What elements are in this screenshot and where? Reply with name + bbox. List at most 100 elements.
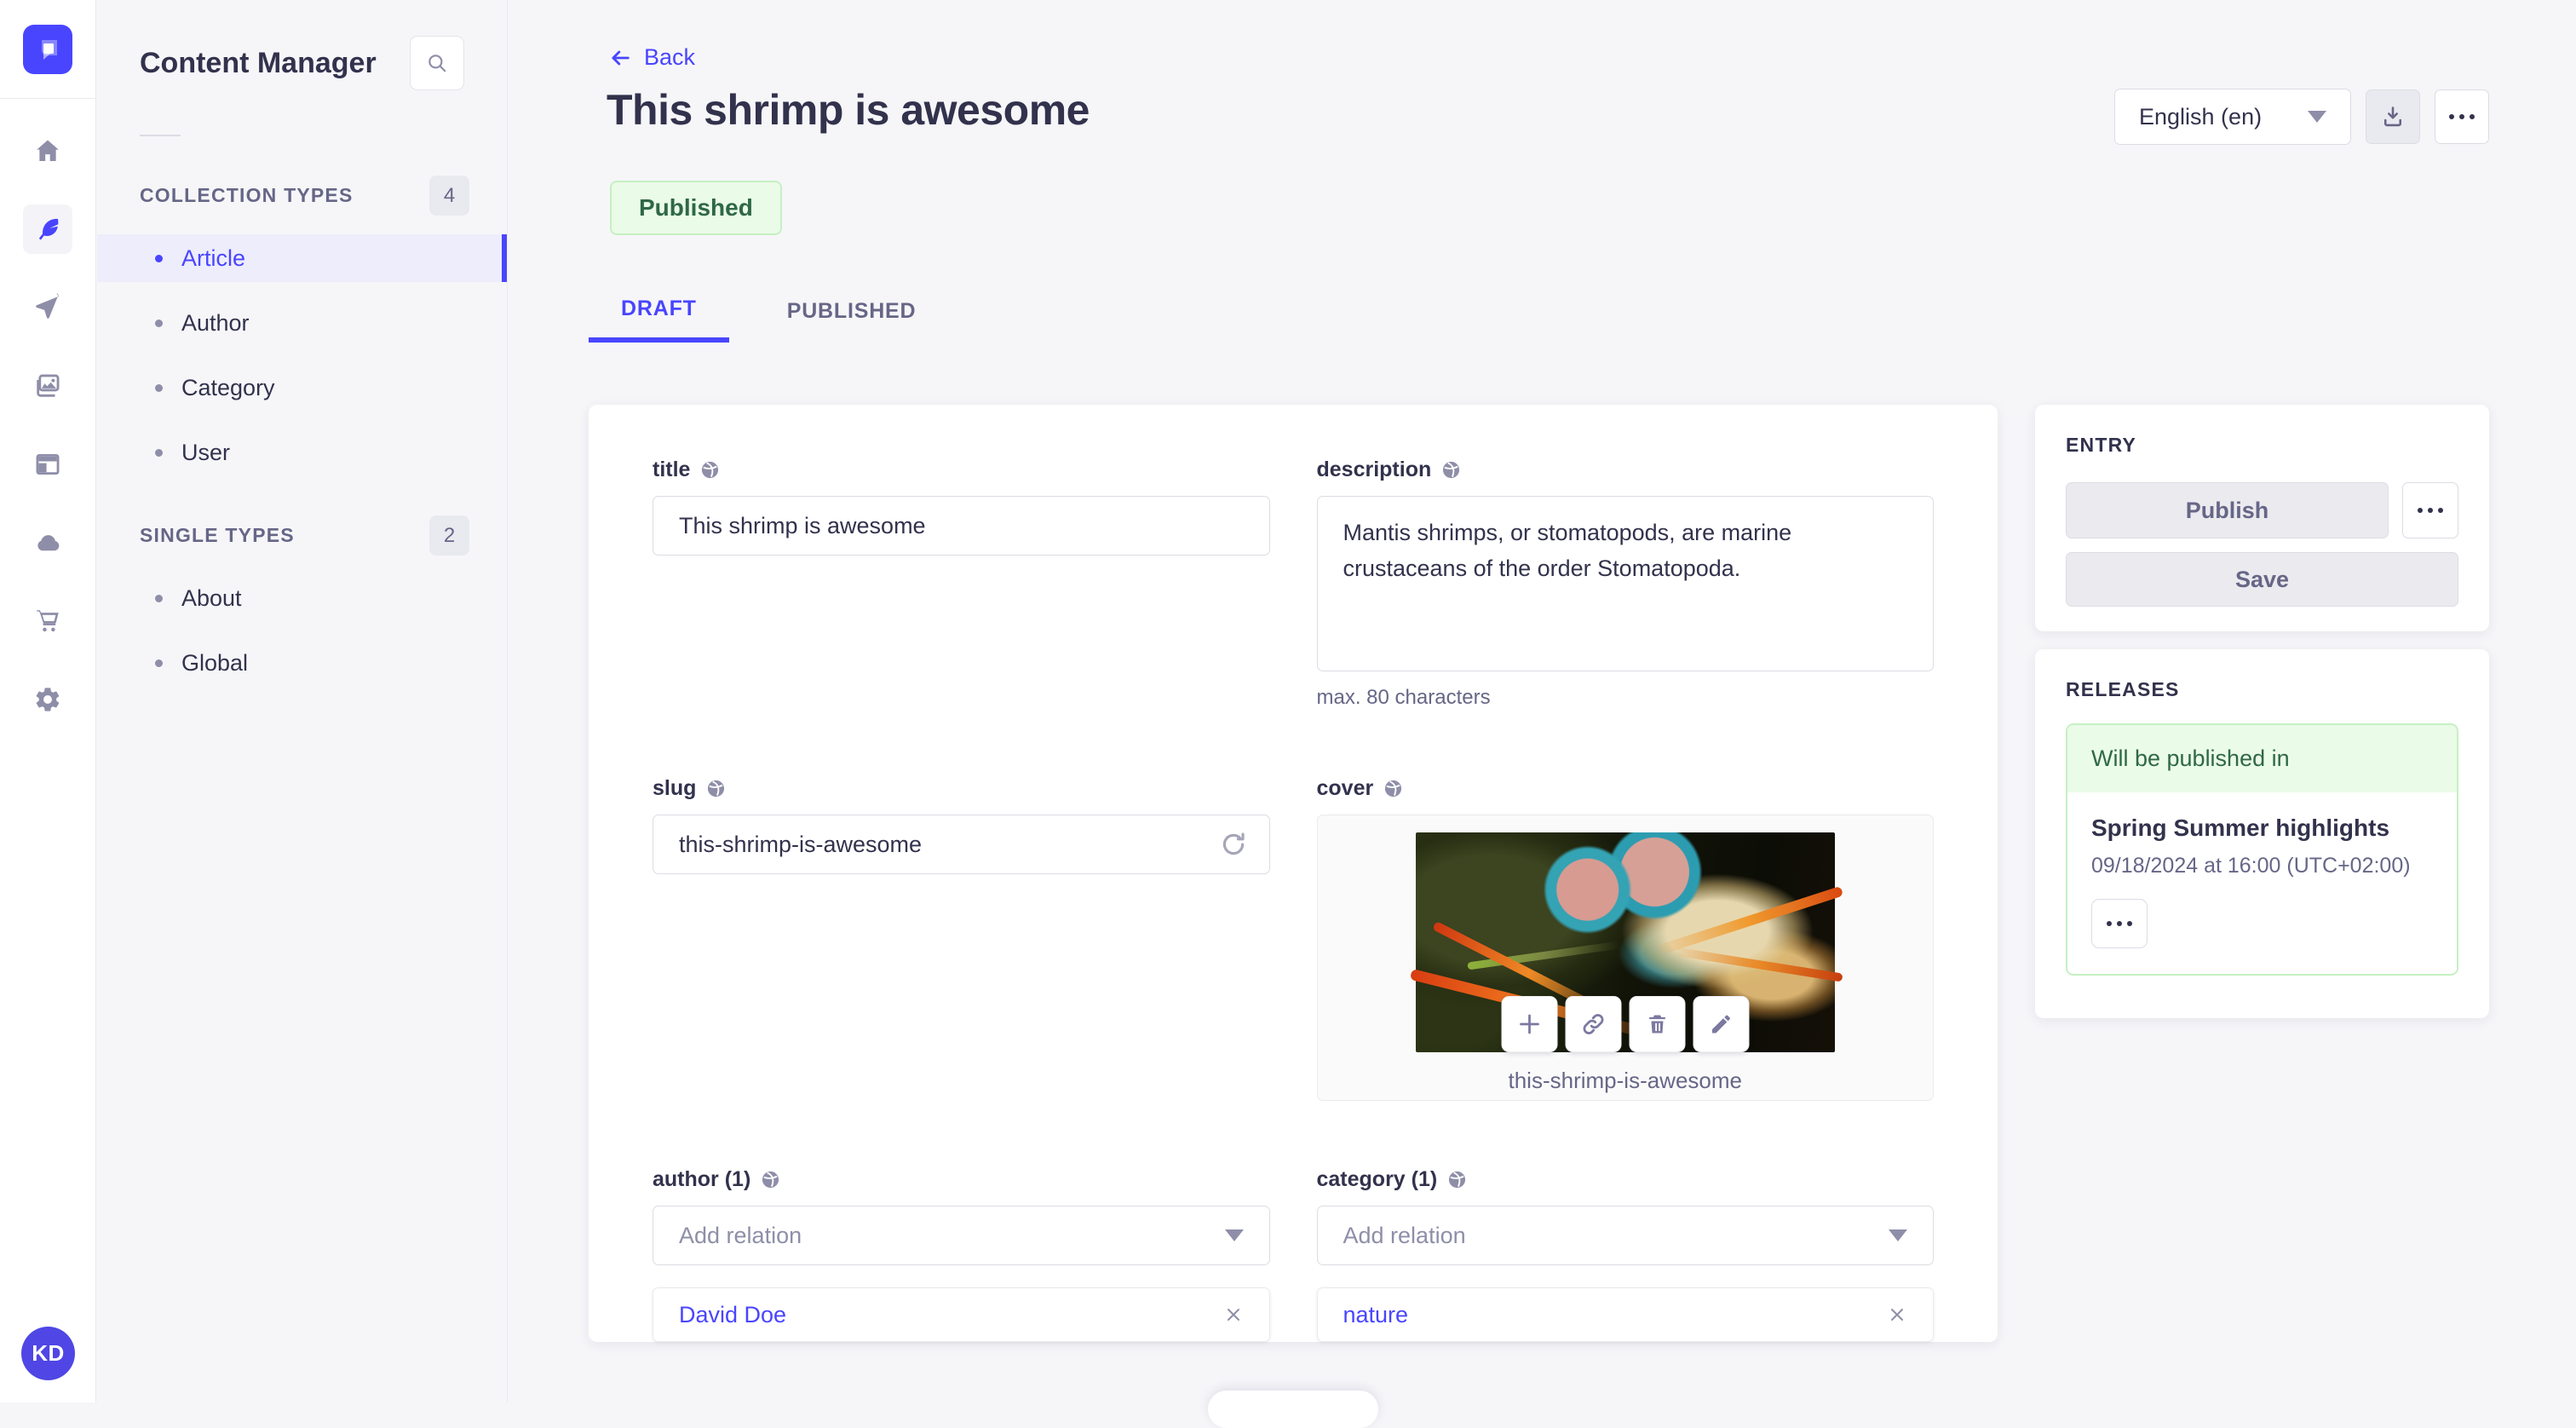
release-more-button[interactable]	[2091, 899, 2148, 948]
locale-globe-icon	[1383, 779, 1403, 798]
release-plane-icon[interactable]	[23, 283, 72, 332]
home-icon[interactable]	[23, 126, 72, 176]
version-tabs: DRAFT PUBLISHED	[589, 279, 948, 343]
collection-types-count: 4	[429, 176, 469, 216]
cover-field-box: this-shrimp-is-awesome	[1316, 815, 1934, 1101]
link-icon	[1580, 1011, 1606, 1037]
entry-form-card: title description Mantis shrimps, or sto…	[589, 405, 1998, 1342]
locale-globe-icon	[700, 460, 720, 480]
relation-link[interactable]: David Doe	[679, 1302, 786, 1328]
marketplace-cart-icon[interactable]	[23, 596, 72, 646]
sidebar-item-article[interactable]: Article	[97, 234, 507, 282]
download-icon	[2381, 105, 2405, 129]
divider	[140, 135, 181, 136]
sidebar-item-label: Category	[181, 374, 275, 400]
field-label-text: title	[653, 458, 691, 481]
locale-globe-icon	[1447, 1170, 1467, 1189]
entry-panel: ENTRY Publish Save	[2035, 405, 2489, 631]
relation-link[interactable]: nature	[1343, 1302, 1409, 1328]
remove-relation-icon[interactable]	[1887, 1304, 1907, 1325]
export-button[interactable]	[2366, 89, 2420, 144]
media-library-icon[interactable]	[23, 361, 72, 411]
ellipsis-icon	[2107, 921, 2132, 926]
publish-button[interactable]: Publish	[2066, 482, 2389, 538]
bullet-icon	[155, 254, 163, 262]
releases-panel-heading: RELEASES	[2066, 678, 2180, 700]
user-avatar[interactable]: KD	[21, 1327, 75, 1380]
release-title: Spring Summer highlights	[2091, 815, 2390, 841]
locale-selected-value: English (en)	[2139, 103, 2263, 130]
field-label-text: cover	[1316, 776, 1374, 800]
releases-panel: RELEASES Will be published in Spring Sum…	[2035, 649, 2489, 1018]
back-label: Back	[644, 44, 696, 70]
delete-asset-button[interactable]	[1629, 996, 1686, 1052]
field-description: description Mantis shrimps, or stomatopo…	[1316, 458, 1934, 710]
sidebar-item-about[interactable]: About	[97, 574, 507, 622]
release-date: 09/18/2024 at 16:00 (UTC+02:00)	[2091, 854, 2411, 878]
bullet-icon	[155, 319, 163, 327]
author-relation-item: David Doe	[653, 1287, 1270, 1342]
cover-filename: this-shrimp-is-awesome	[1508, 1068, 1743, 1093]
title-input[interactable]	[653, 496, 1270, 556]
field-label-text: category (1)	[1316, 1167, 1438, 1191]
ellipsis-icon	[2418, 508, 2443, 513]
add-asset-button[interactable]	[1501, 996, 1558, 1052]
locale-globe-icon	[706, 779, 726, 798]
save-button[interactable]: Save	[2066, 552, 2458, 607]
chevron-down-icon	[1889, 1229, 1907, 1241]
combobox-placeholder: Add relation	[679, 1222, 802, 1248]
section-label: COLLECTION TYPES	[140, 184, 354, 206]
field-title: title	[653, 458, 1270, 710]
collection-types-section: COLLECTION TYPES 4 Article Author Catego…	[97, 176, 507, 476]
locale-select[interactable]: English (en)	[2114, 89, 2351, 145]
content-type-builder-icon[interactable]	[23, 440, 72, 489]
locale-globe-icon	[1441, 460, 1461, 480]
scroll-widget[interactable]	[1208, 1391, 1378, 1428]
search-icon	[426, 52, 448, 74]
author-relation-combobox[interactable]: Add relation	[653, 1206, 1270, 1265]
search-button[interactable]	[410, 36, 464, 90]
field-cover: cover this-shrimp-is-awesome	[1316, 776, 1934, 1101]
content-manager-feather-icon[interactable]	[23, 204, 72, 254]
category-relation-combobox[interactable]: Add relation	[1316, 1206, 1934, 1265]
slug-input[interactable]	[653, 815, 1270, 874]
bullet-icon	[155, 383, 163, 392]
main-content: Back This shrimp is awesome Published En…	[508, 0, 2576, 1428]
plus-icon	[1516, 1011, 1542, 1037]
sidebar-item-author[interactable]: Author	[97, 299, 507, 347]
back-link[interactable]: Back	[608, 44, 695, 71]
copy-link-button[interactable]	[1565, 996, 1622, 1052]
sidebar-item-user[interactable]: User	[97, 429, 507, 476]
section-label: SINGLE TYPES	[140, 524, 295, 546]
deploy-cloud-icon[interactable]	[23, 518, 72, 567]
subnav-title: Content Manager	[140, 46, 377, 79]
remove-relation-icon[interactable]	[1223, 1304, 1244, 1325]
more-actions-button[interactable]	[2435, 89, 2489, 144]
bullet-icon	[155, 448, 163, 457]
trash-icon	[1645, 1012, 1669, 1036]
status-badge: Published	[610, 181, 782, 235]
combobox-placeholder: Add relation	[1343, 1222, 1466, 1248]
settings-gear-icon[interactable]	[23, 675, 72, 724]
strapi-logo[interactable]	[23, 24, 72, 74]
field-author: author (1) Add relation David Doe	[653, 1167, 1270, 1342]
description-textarea[interactable]: Mantis shrimps, or stomatopods, are mari…	[1316, 496, 1934, 671]
release-status: Will be published in	[2067, 725, 2457, 792]
chevron-down-icon	[1224, 1229, 1244, 1241]
edit-asset-button[interactable]	[1693, 996, 1750, 1052]
field-label-text: description	[1316, 458, 1432, 481]
regenerate-slug-icon[interactable]	[1219, 830, 1248, 859]
logo-container	[0, 0, 95, 99]
field-category: category (1) Add relation nature	[1316, 1167, 1934, 1342]
field-label-text: slug	[653, 776, 697, 800]
locale-globe-icon	[761, 1170, 780, 1189]
sidebar-item-label: User	[181, 439, 231, 465]
sidebar-item-global[interactable]: Global	[97, 639, 507, 687]
tab-draft[interactable]: DRAFT	[589, 279, 729, 343]
entry-more-button[interactable]	[2402, 482, 2458, 538]
category-relation-item: nature	[1316, 1287, 1934, 1342]
sidebar-item-category[interactable]: Category	[97, 364, 507, 412]
tab-published[interactable]: PUBLISHED	[755, 279, 949, 343]
sidebar-item-label: Article	[181, 245, 246, 271]
nav-rail: KD	[0, 0, 96, 1402]
